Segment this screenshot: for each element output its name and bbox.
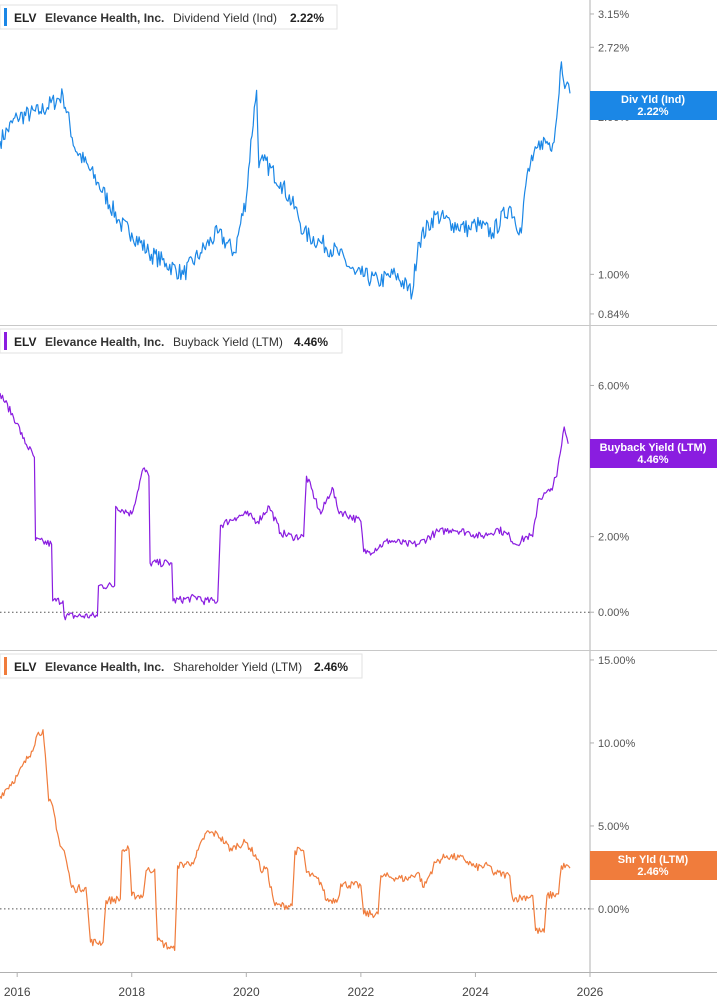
buyback-yield-panel: 0.00%2.00%4.00%6.00% ELV Elevance Health… — [0, 328, 717, 621]
flag-value: 4.46% — [637, 454, 668, 466]
flag-label: Div Yld (Ind) — [621, 94, 685, 106]
shareholder-yield-value-flag: Shr Yld (LTM) 2.46% — [590, 851, 717, 880]
shareholder-yield-y-tick-label: 15.00% — [598, 655, 636, 667]
legend-value: 2.46% — [314, 660, 348, 674]
buyback-yield-y-tick-label: 6.00% — [598, 380, 629, 392]
dividend-yield-legend: ELV Elevance Health, Inc. Dividend Yield… — [0, 4, 338, 30]
shareholder-yield-y-tick-label: 5.00% — [598, 821, 629, 833]
buyback-yield-y-ticks: 0.00%2.00%4.00%6.00% — [590, 380, 629, 619]
flag-value: 2.22% — [637, 106, 668, 118]
dividend-yield-y-tick-label: 3.15% — [598, 9, 629, 21]
buyback-yield-line — [0, 392, 569, 621]
dividend-yield-y-tick-label: 1.00% — [598, 269, 629, 281]
dividend-yield-panel: 0.84%1.00%2.00%2.72%3.15% ELV Elevance H… — [0, 4, 717, 321]
dividend-yield-y-tick-label: 2.72% — [598, 42, 629, 54]
shareholder-yield-line — [0, 729, 571, 951]
legend-color-bar — [4, 8, 7, 26]
dividend-yield-value-flag: Div Yld (Ind) 2.22% — [590, 91, 717, 120]
dividend-yield-line — [0, 61, 571, 300]
x-tick-label: 2020 — [233, 985, 260, 999]
dividend-yield-y-ticks: 0.84%1.00%2.00%2.72%3.15% — [590, 9, 629, 321]
legend-ticker: ELV — [14, 660, 36, 674]
x-tick-label: 2026 — [577, 985, 604, 999]
legend-metric: Shareholder Yield (LTM) — [173, 660, 302, 674]
x-axis: 2016 2018 2020 2022 2024 2026 — [4, 972, 604, 999]
shareholder-yield-legend: ELV Elevance Health, Inc. Shareholder Yi… — [0, 653, 363, 679]
flag-label: Shr Yld (LTM) — [618, 854, 689, 866]
legend-color-bar — [4, 657, 7, 675]
legend-company: Elevance Health, Inc. — [45, 335, 164, 349]
shareholder-yield-panel: 0.00% 5.00% 10.00% 15.00% ELV Elevance Heal… — [0, 653, 717, 951]
buyback-yield-y-tick-label: 2.00% — [598, 532, 629, 544]
buyback-yield-legend: ELV Elevance Health, Inc. Buyback Yield … — [0, 328, 343, 354]
legend-value: 4.46% — [294, 335, 328, 349]
flag-value: 2.46% — [637, 866, 668, 878]
legend-ticker: ELV — [14, 335, 36, 349]
legend-color-bar — [4, 332, 7, 350]
legend-metric: Buyback Yield (LTM) — [173, 335, 283, 349]
x-tick-label: 2016 — [4, 985, 31, 999]
legend-company: Elevance Health, Inc. — [45, 660, 164, 674]
legend-metric: Dividend Yield (Ind) — [173, 11, 277, 25]
legend-ticker: ELV — [14, 11, 36, 25]
chart-canvas: 0.84% 1.00% 2.00% 2.72% 3.15% ELV Elevance H… — [0, 0, 717, 999]
buyback-yield-y-tick-label: 0.00% — [598, 607, 629, 619]
x-tick-label: 2022 — [348, 985, 375, 999]
legend-value: 2.22% — [290, 11, 324, 25]
legend-company: Elevance Health, Inc. — [45, 11, 164, 25]
x-tick-label: 2018 — [118, 985, 145, 999]
flag-label: Buyback Yield (LTM) — [600, 442, 707, 454]
x-tick-label: 2024 — [462, 985, 489, 999]
dividend-yield-y-tick-label: 0.84% — [598, 309, 629, 321]
shareholder-yield-y-tick-label: 0.00% — [598, 904, 629, 916]
shareholder-yield-y-tick-label: 10.00% — [598, 738, 636, 750]
buyback-yield-value-flag: Buyback Yield (LTM) 4.46% — [590, 439, 717, 468]
